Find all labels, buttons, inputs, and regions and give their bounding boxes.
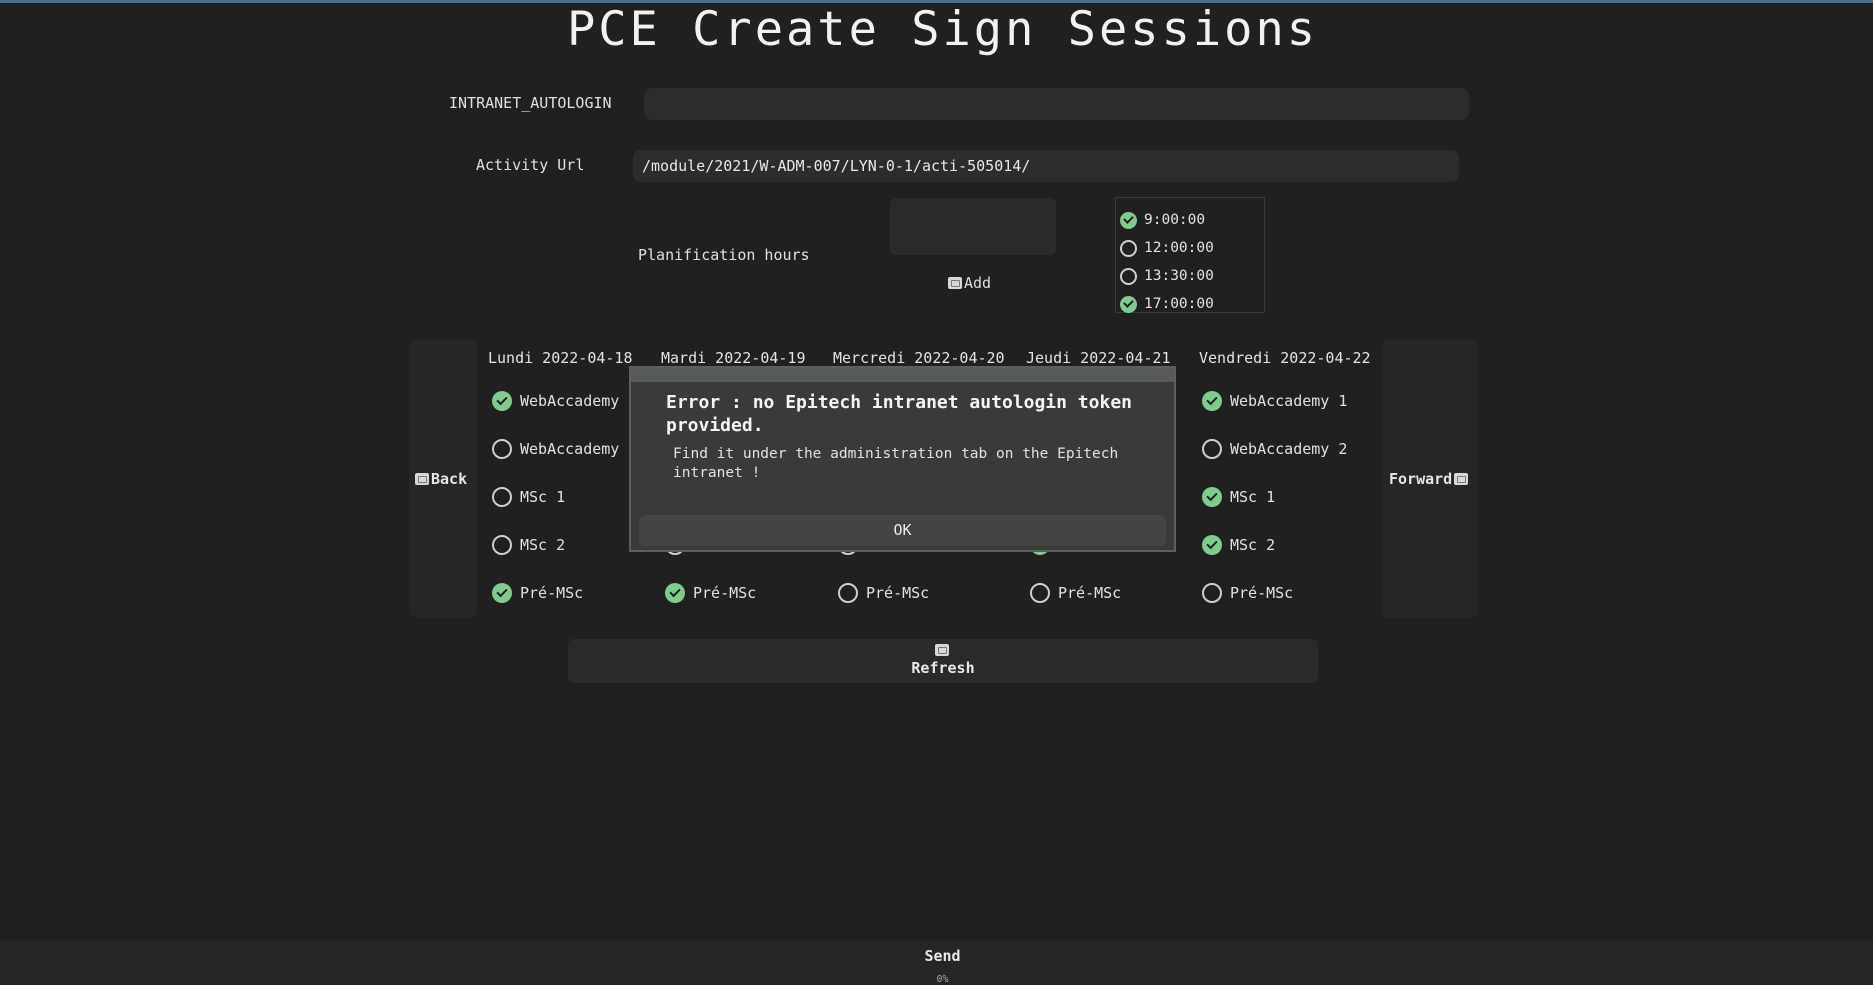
hour-option[interactable]: 17:00:00 <box>1120 292 1214 316</box>
planification-hours-label: Planification hours <box>638 246 810 264</box>
day-header: Vendredi 2022-04-22 <box>1199 349 1371 367</box>
session-option-label: WebAccademy 1 <box>1230 392 1348 410</box>
session-option[interactable]: WebAccademy 2 <box>1202 437 1347 461</box>
checked-circle-icon[interactable] <box>1120 295 1137 313</box>
session-option[interactable]: Pré-MSc <box>1202 581 1293 605</box>
unchecked-circle-icon[interactable] <box>492 487 512 507</box>
checked-circle-icon[interactable] <box>1202 487 1222 507</box>
page-title: PCE Create Sign Sessions <box>566 2 1319 57</box>
forward-button[interactable]: Forward <box>1389 470 1469 488</box>
unchecked-circle-icon[interactable] <box>492 535 512 555</box>
session-option[interactable]: MSc 2 <box>1202 533 1275 557</box>
session-option-label: WebAccademy 2 <box>520 440 638 458</box>
session-option[interactable]: Pré-MSc <box>838 581 929 605</box>
activity-url-label: Activity Url <box>476 156 585 174</box>
image-placeholder-icon <box>948 277 962 289</box>
session-option[interactable]: WebAccademy 1 <box>1202 389 1347 413</box>
back-label: Back <box>431 470 468 488</box>
day-header: Jeudi 2022-04-21 <box>1026 349 1171 367</box>
unchecked-circle-icon[interactable] <box>492 439 512 459</box>
session-option[interactable]: Pré-MSc <box>665 581 756 605</box>
hour-option-label: 17:00:00 <box>1144 296 1214 312</box>
hour-option-label: 12:00:00 <box>1144 240 1214 256</box>
session-option-label: MSc 2 <box>520 536 566 554</box>
checked-circle-icon[interactable] <box>1202 391 1222 411</box>
session-option-label: MSc 1 <box>1230 488 1276 506</box>
checked-circle-icon[interactable] <box>492 583 512 603</box>
session-option-label: MSc 2 <box>1230 536 1276 554</box>
hour-option[interactable]: 12:00:00 <box>1120 236 1214 260</box>
checked-circle-icon[interactable] <box>1202 535 1222 555</box>
refresh-button[interactable]: Refresh <box>568 639 1318 683</box>
autologin-input[interactable] <box>644 88 1469 120</box>
session-option-label: Pré-MSc <box>693 584 757 602</box>
back-button[interactable]: Back <box>415 470 467 488</box>
hour-option-label: 9:00:00 <box>1144 212 1206 228</box>
unchecked-circle-icon[interactable] <box>1120 239 1137 257</box>
unchecked-circle-icon[interactable] <box>1120 267 1137 285</box>
autologin-label: INTRANET_AUTOLOGIN <box>449 94 612 112</box>
checked-circle-icon[interactable] <box>665 583 685 603</box>
day-header: Mercredi 2022-04-20 <box>833 349 1005 367</box>
session-option[interactable]: MSc 1 <box>1202 485 1275 509</box>
image-placeholder-icon <box>1454 473 1469 485</box>
add-hour-button[interactable]: Add <box>948 274 991 292</box>
session-option-label: WebAccademy 1 <box>520 392 638 410</box>
session-option-label: WebAccademy 2 <box>1230 440 1348 458</box>
session-option[interactable]: Pré-MSc <box>492 581 583 605</box>
session-option-label: Pré-MSc <box>1230 584 1294 602</box>
dialog-message: Find it under the administration tab on … <box>673 446 1119 481</box>
day-header: Mardi 2022-04-19 <box>661 349 806 367</box>
session-option[interactable]: MSc 1 <box>492 485 565 509</box>
session-option[interactable]: Pré-MSc <box>1030 581 1121 605</box>
refresh-label: Refresh <box>911 659 975 677</box>
session-option-label: Pré-MSc <box>520 584 584 602</box>
add-hour-label: Add <box>964 274 992 292</box>
session-option-label: MSc 1 <box>520 488 566 506</box>
forward-label: Forward <box>1389 470 1453 488</box>
hour-option[interactable]: 13:30:00 <box>1120 264 1214 288</box>
session-option[interactable]: MSc 2 <box>492 533 565 557</box>
unchecked-circle-icon[interactable] <box>838 583 858 603</box>
dialog-title-bar <box>631 368 1174 382</box>
activity-url-input[interactable] <box>633 150 1459 182</box>
hour-option-label: 13:30:00 <box>1144 268 1214 284</box>
session-option-label: Pré-MSc <box>1058 584 1122 602</box>
hours-list: 9:00:00 12:00:00 13:30:00 17:00:00 <box>1115 197 1265 313</box>
image-placeholder-icon <box>415 473 429 485</box>
error-dialog: Error : no Epitech intranet autologin to… <box>629 366 1176 552</box>
send-progress: 0% <box>936 974 949 985</box>
image-placeholder-icon <box>935 644 949 656</box>
session-option[interactable]: WebAccademy 1 <box>492 389 637 413</box>
hour-option[interactable]: 9:00:00 <box>1120 208 1205 232</box>
day-header: Lundi 2022-04-18 <box>488 349 633 367</box>
unchecked-circle-icon[interactable] <box>1202 583 1222 603</box>
send-button[interactable]: Send <box>0 947 1873 965</box>
unchecked-circle-icon[interactable] <box>1030 583 1050 603</box>
dialog-title: Error : no Epitech intranet autologin to… <box>666 392 1132 436</box>
checked-circle-icon[interactable] <box>492 391 512 411</box>
ok-button[interactable]: OK <box>639 515 1166 546</box>
hour-input[interactable] <box>890 198 1056 255</box>
unchecked-circle-icon[interactable] <box>1202 439 1222 459</box>
checked-circle-icon[interactable] <box>1120 211 1137 229</box>
session-option-label: Pré-MSc <box>866 584 930 602</box>
session-option[interactable]: WebAccademy 2 <box>492 437 637 461</box>
